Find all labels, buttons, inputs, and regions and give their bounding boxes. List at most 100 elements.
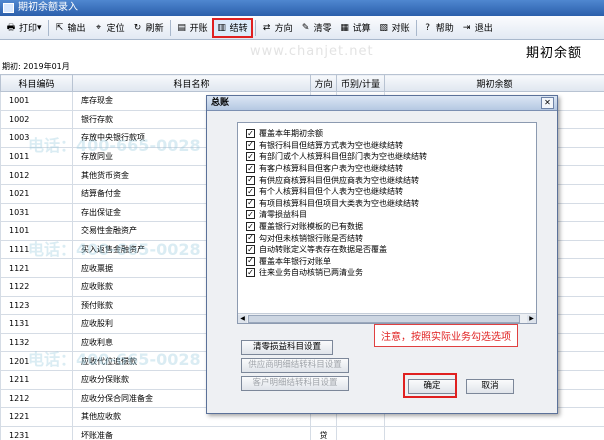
- option-item[interactable]: ✓ 勾对但未核销银行账是否结转: [246, 232, 536, 244]
- exit-icon: ⇥: [462, 22, 471, 33]
- option-item[interactable]: ✓ 自动转账定义等表存在数据是否覆盖: [246, 244, 536, 256]
- checkbox[interactable]: ✓: [246, 222, 255, 232]
- checkbox[interactable]: ✓: [246, 256, 255, 266]
- currency-cell[interactable]: [336, 425, 385, 440]
- customer-detail-settings-button[interactable]: 客户明细结转科目设置: [241, 376, 349, 391]
- opening-balance-cell[interactable]: [384, 425, 604, 440]
- option-item[interactable]: ✓ 往来业务自动核销已两清业务: [246, 267, 536, 279]
- help-button[interactable]: ? 帮助: [419, 18, 458, 38]
- carry-over-icon: ▥: [217, 22, 226, 33]
- option-item[interactable]: ✓ 有项目核算科目但项目大类表为空也继续结转: [246, 198, 536, 210]
- table-row[interactable]: 1231 坏账准备贷: [0, 425, 604, 440]
- checkbox[interactable]: ✓: [246, 233, 255, 243]
- column-header[interactable]: 币别/计量: [336, 74, 385, 92]
- toolbar-button-label: 退出: [474, 24, 493, 34]
- broom-icon: ✎: [301, 22, 310, 33]
- trial-balance-button[interactable]: ▦ 试算: [336, 18, 375, 38]
- scroll-right-icon[interactable]: ▶: [527, 315, 536, 323]
- open-account-button[interactable]: ▤ 开账: [173, 18, 212, 38]
- option-label: 有银行科目但结算方式表为空也继续结转: [259, 140, 403, 150]
- option-item[interactable]: ✓ 有个人核算科目但个人表为空也继续结转: [246, 186, 536, 198]
- account-code-cell[interactable]: 1031: [0, 202, 73, 223]
- checkbox[interactable]: ✓: [246, 210, 255, 220]
- cancel-button[interactable]: 取消: [466, 379, 514, 394]
- carry-over-button[interactable]: ▥ 结转: [211, 17, 253, 38]
- option-label: 有个人核算科目但个人表为空也继续结转: [259, 187, 403, 197]
- toolbar-button-label: 结转: [229, 24, 248, 34]
- ok-highlight-box: [403, 373, 457, 398]
- option-item[interactable]: ✓ 覆盖本年期初余额: [246, 128, 536, 140]
- dialog-title-bar: 总账 ✕: [207, 96, 557, 111]
- calc-icon: ▦: [340, 22, 349, 33]
- account-code-cell[interactable]: 1101: [0, 221, 73, 241]
- toolbar-separator: [254, 19, 256, 36]
- toolbar-button-label: 清零: [313, 24, 332, 34]
- exit-button[interactable]: ⇥ 退出: [458, 18, 497, 38]
- account-code-cell[interactable]: 1111: [0, 239, 73, 260]
- checkbox[interactable]: ✓: [246, 129, 255, 139]
- account-code-cell[interactable]: 1123: [0, 295, 73, 316]
- direction-button[interactable]: ⇄ 方向: [258, 18, 297, 38]
- account-code-cell[interactable]: 1132: [0, 332, 73, 353]
- column-header[interactable]: 科目编码: [0, 74, 73, 92]
- clear-zero-button[interactable]: ✎ 清零: [297, 18, 336, 38]
- account-code-cell[interactable]: 1212: [0, 388, 73, 409]
- option-item[interactable]: ✓ 清零损益科目: [246, 209, 536, 221]
- toolbar: 🖶 打印 ▾ ⇱ 输出 ⌖ 定位 ↻ 刷新 ▤ 开账 ▥ 结转 ⇄ 方向 ✎ 清零 ▦ 试算 ▧ 对账? 帮助 ⇥ 退出: [0, 16, 604, 40]
- help-icon: ?: [425, 22, 431, 33]
- option-item[interactable]: ✓ 覆盖本年银行对账单: [246, 256, 536, 268]
- refresh-icon: ↻: [133, 22, 142, 33]
- checkbox[interactable]: ✓: [246, 164, 255, 174]
- option-item[interactable]: ✓ 有银行科目但结算方式表为空也继续结转: [246, 140, 536, 152]
- account-code-cell[interactable]: 1122: [0, 276, 73, 297]
- scrollbar-thumb[interactable]: [248, 315, 520, 323]
- table-header: 科目编码 科目名称 方向 币别/计量 期初余额: [0, 74, 604, 92]
- account-code-cell[interactable]: 1121: [0, 258, 73, 278]
- chevron-down-icon[interactable]: ▾: [37, 23, 42, 33]
- export-button[interactable]: ⇱ 输出: [51, 18, 90, 38]
- checkbox[interactable]: ✓: [246, 140, 255, 150]
- account-code-cell[interactable]: 1003: [0, 128, 73, 148]
- option-label: 有客户核算科目但客户表为空也继续结转: [259, 164, 403, 174]
- options-list: ✓ 覆盖本年期初余额 ✓ 有银行科目但结算方式表为空也继续结转 ✓ 有部门或个人核算科目但…: [237, 122, 537, 324]
- option-item[interactable]: ✓ 有供应商核算科目但供应商表为空也继续结转: [246, 174, 536, 186]
- account-code-cell[interactable]: 1021: [0, 183, 73, 204]
- clear-pl-settings-button[interactable]: 清零损益科目设置: [241, 340, 333, 355]
- account-code-cell[interactable]: 1221: [0, 407, 73, 427]
- direction-cell[interactable]: 贷: [310, 425, 337, 440]
- window-title: 期初余额录入: [18, 2, 78, 13]
- account-code-cell[interactable]: 1012: [0, 165, 73, 185]
- scroll-left-icon[interactable]: ◀: [238, 315, 247, 323]
- checkbox[interactable]: ✓: [246, 187, 255, 197]
- checkbox[interactable]: ✓: [246, 152, 255, 162]
- option-item[interactable]: ✓ 有客户核算科目但客户表为空也继续结转: [246, 163, 536, 175]
- account-code-cell[interactable]: 1201: [0, 351, 73, 371]
- locate-button[interactable]: ⌖ 定位: [90, 18, 129, 38]
- checkbox[interactable]: ✓: [246, 198, 255, 208]
- print-button[interactable]: 🖶 打印 ▾: [2, 18, 46, 38]
- option-label: 有供应商核算科目但供应商表为空也继续结转: [259, 175, 419, 185]
- account-code-cell[interactable]: 1001: [0, 91, 73, 111]
- horizontal-scrollbar[interactable]: ◀ ▶: [238, 313, 536, 323]
- account-code-cell[interactable]: 1231: [0, 425, 73, 440]
- reconcile-button[interactable]: ▧ 对账: [375, 18, 414, 38]
- toolbar-button-label: 打印: [19, 24, 38, 34]
- column-header[interactable]: 期初余额: [384, 74, 604, 92]
- vendor-detail-settings-button[interactable]: 供应商明细结转科目设置: [241, 358, 349, 373]
- account-code-cell[interactable]: 1211: [0, 369, 73, 390]
- checkbox[interactable]: ✓: [246, 245, 255, 255]
- option-item[interactable]: ✓ 覆盖银行对账模板的已有数据: [246, 221, 536, 233]
- close-icon[interactable]: ✕: [541, 97, 554, 109]
- column-header[interactable]: 方向: [310, 74, 337, 92]
- account-name-cell[interactable]: 坏账准备: [72, 425, 311, 440]
- column-header[interactable]: 科目名称: [72, 74, 311, 92]
- account-code-cell[interactable]: 1011: [0, 146, 73, 167]
- account-code-cell[interactable]: 1002: [0, 109, 73, 130]
- account-code-cell[interactable]: 1131: [0, 314, 73, 334]
- checkbox[interactable]: ✓: [246, 175, 255, 185]
- checkbox[interactable]: ✓: [246, 268, 255, 278]
- option-item[interactable]: ✓ 有部门或个人核算科目但部门表为空也继续结转: [246, 151, 536, 163]
- refresh-button[interactable]: ↻ 刷新: [129, 18, 168, 38]
- print-icon: 🖶: [6, 22, 16, 33]
- option-label: 勾对但未核销银行账是否结转: [259, 233, 363, 243]
